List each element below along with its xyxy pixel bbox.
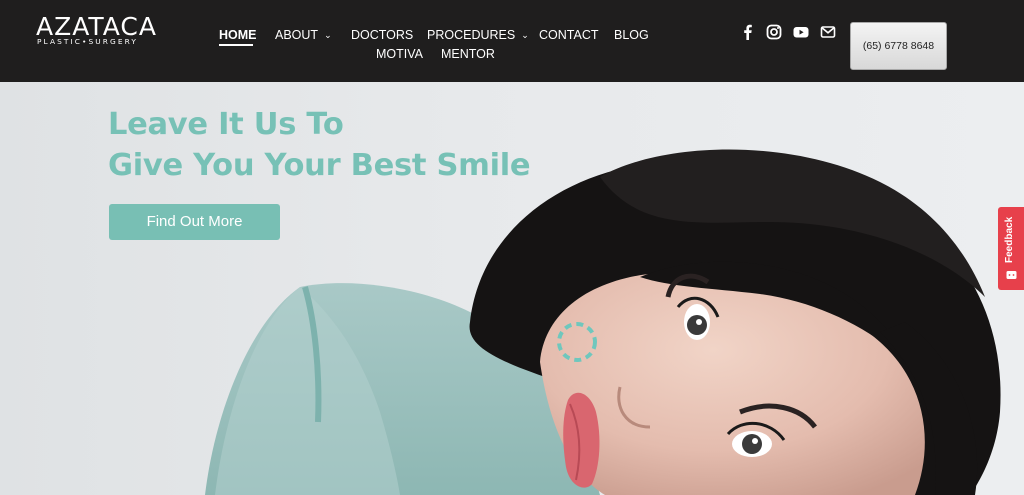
nav-blog[interactable]: BLOG bbox=[614, 27, 649, 43]
nav-procedures[interactable]: PROCEDURES ⌄ bbox=[427, 27, 529, 43]
site-logo[interactable]: AZATACA PLASTIC•SURGERY bbox=[36, 13, 178, 47]
nav-contact[interactable]: CONTACT bbox=[539, 27, 599, 43]
feedback-tab[interactable]: Feedback bbox=[998, 207, 1024, 290]
nav-doctors-label: DOCTORS bbox=[351, 28, 414, 42]
site-header: AZATACA PLASTIC•SURGERY HOME ABOUT ⌄ DOCT… bbox=[0, 0, 1024, 82]
logo-tagline: PLASTIC•SURGERY bbox=[37, 37, 139, 46]
hero-title: Leave It Us To Give You Your Best Smile bbox=[108, 104, 531, 186]
nav-contact-label: CONTACT bbox=[539, 28, 599, 42]
facebook-icon[interactable] bbox=[739, 23, 757, 41]
email-icon[interactable] bbox=[819, 23, 837, 41]
nav-motiva-label: MOTIVA bbox=[376, 47, 423, 61]
nav-procedures-label: PROCEDURES bbox=[427, 28, 516, 42]
hero-title-line2: Give You Your Best Smile bbox=[108, 148, 531, 183]
nav-active-underline bbox=[219, 44, 253, 46]
nav-mentor-label: MENTOR bbox=[441, 47, 495, 61]
feedback-label: Feedback bbox=[1004, 216, 1015, 263]
instagram-icon[interactable] bbox=[765, 23, 783, 41]
chevron-down-icon: ⌄ bbox=[324, 30, 332, 40]
nav-motiva[interactable]: MOTIVA bbox=[376, 46, 423, 62]
nav-about-label: ABOUT bbox=[275, 28, 319, 42]
nav-doctors[interactable]: DOCTORS bbox=[351, 27, 413, 43]
nav-blog-label: BLOG bbox=[614, 28, 649, 42]
chevron-down-icon: ⌄ bbox=[521, 30, 529, 40]
nav-mentor[interactable]: MENTOR bbox=[441, 46, 495, 62]
hero-title-line1: Leave It Us To bbox=[108, 107, 344, 142]
phone-button[interactable]: (65) 6778 8648 bbox=[850, 22, 947, 70]
hero-banner: Leave It Us To Give You Your Best Smile … bbox=[0, 82, 1024, 495]
nav-about[interactable]: ABOUT ⌄ bbox=[275, 27, 332, 43]
feedback-icon bbox=[1006, 271, 1017, 279]
nav-home-label: HOME bbox=[219, 28, 257, 42]
youtube-icon[interactable] bbox=[792, 23, 810, 41]
find-out-more-button[interactable]: Find Out More bbox=[109, 204, 280, 240]
nav-home[interactable]: HOME bbox=[219, 27, 257, 43]
